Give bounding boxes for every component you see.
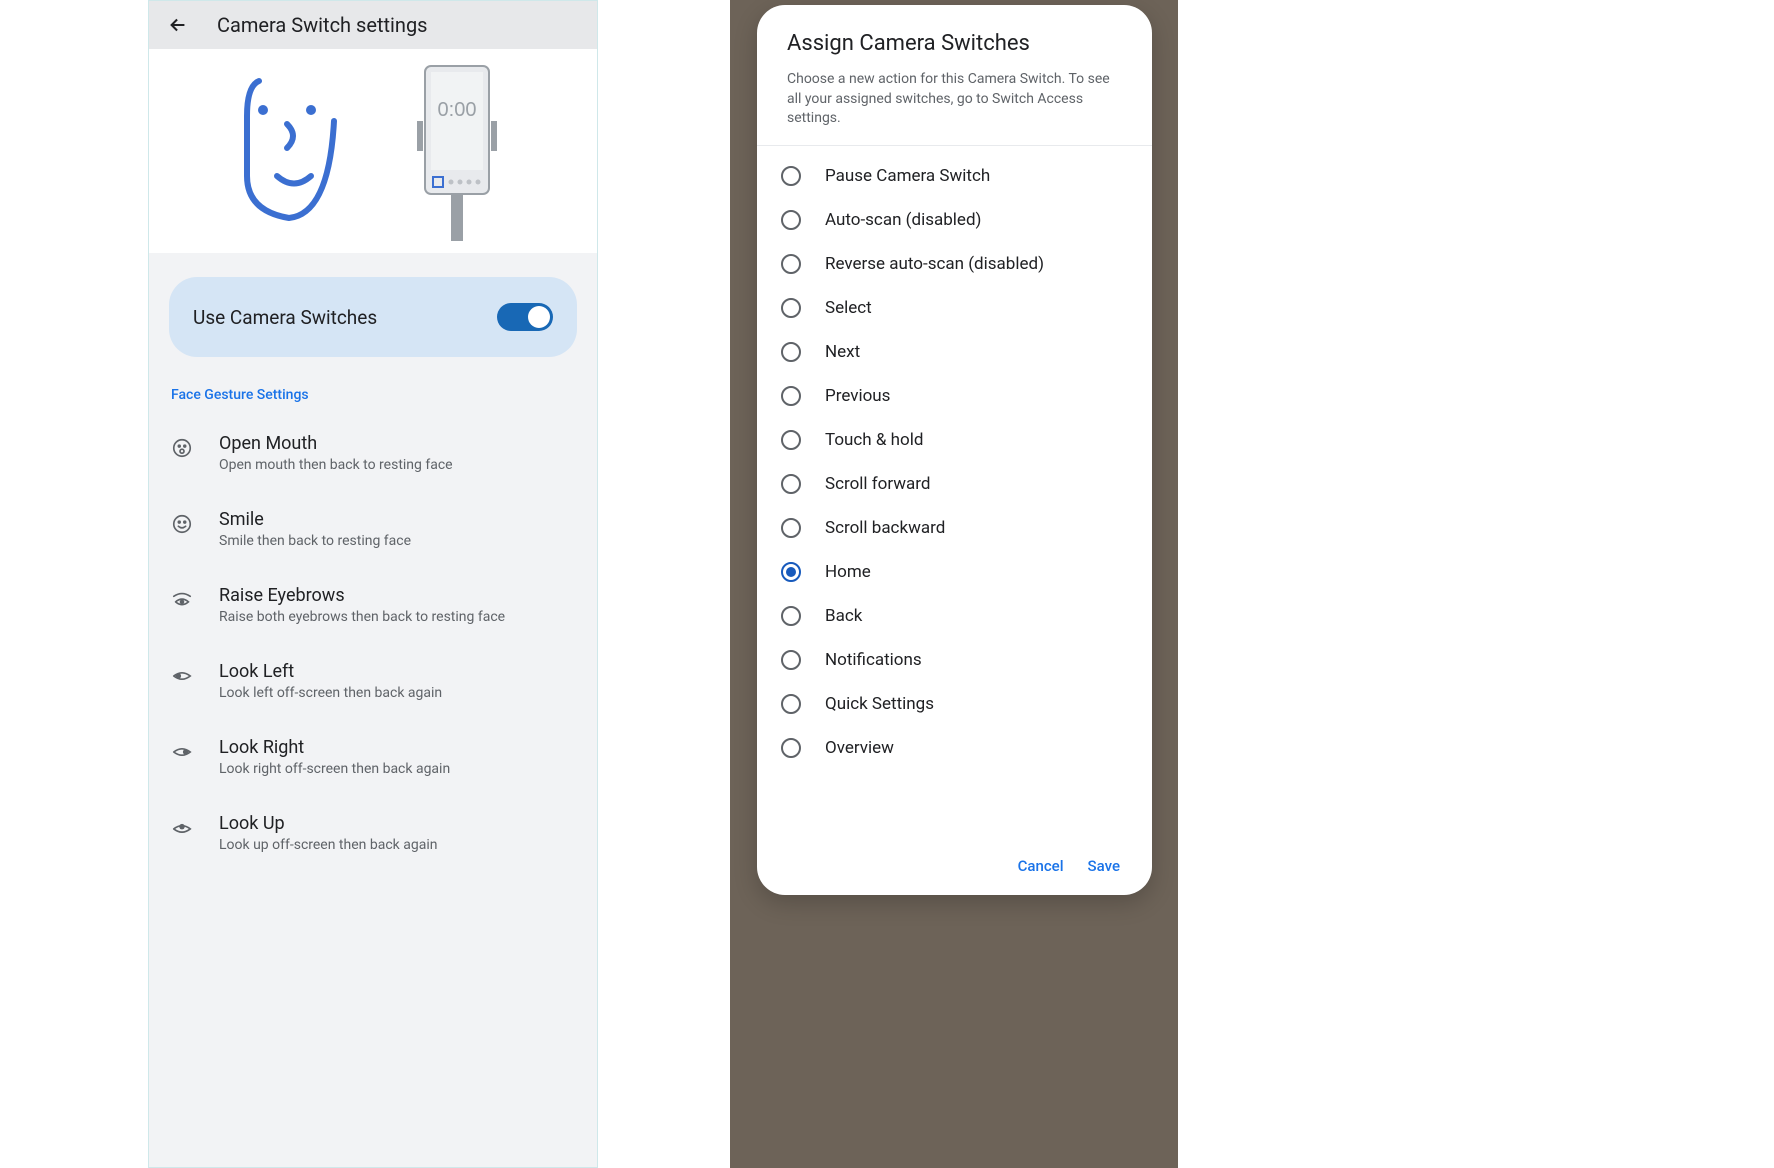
face-icon <box>239 76 349 226</box>
radio-item[interactable]: Select <box>757 286 1152 330</box>
radio-label: Select <box>825 298 872 318</box>
gesture-item-smile[interactable]: Smile Smile then back to resting face <box>149 491 597 567</box>
look-right-icon <box>171 741 193 763</box>
gesture-title: Open Mouth <box>219 433 575 454</box>
radio-label: Auto-scan (disabled) <box>825 210 981 230</box>
hero-illustration: 0:00 <box>149 49 597 253</box>
settings-screen: Camera Switch settings 0:00 Use Camera S… <box>148 0 598 1168</box>
radio-label: Next <box>825 342 860 362</box>
dialog-description: Choose a new action for this Camera Swit… <box>787 70 1122 129</box>
radio-icon[interactable] <box>781 518 801 538</box>
gesture-description: Smile then back to resting face <box>219 533 575 549</box>
gesture-text: Smile Smile then back to resting face <box>219 509 575 549</box>
assign-camera-switches-dialog: Assign Camera Switches Choose a new acti… <box>757 5 1152 895</box>
gesture-description: Look up off-screen then back again <box>219 837 575 853</box>
radio-item[interactable]: Touch & hold <box>757 418 1152 462</box>
save-button[interactable]: Save <box>1088 857 1120 875</box>
radio-item[interactable]: Pause Camera Switch <box>757 154 1152 198</box>
radio-icon[interactable] <box>781 210 801 230</box>
radio-icon[interactable] <box>781 166 801 186</box>
radio-icon[interactable] <box>781 694 801 714</box>
radio-item[interactable]: Back <box>757 594 1152 638</box>
use-camera-switches-toggle-row[interactable]: Use Camera Switches <box>169 277 577 357</box>
gesture-title: Raise Eyebrows <box>219 585 575 606</box>
cancel-button[interactable]: Cancel <box>1018 857 1064 875</box>
radio-item[interactable]: Reverse auto-scan (disabled) <box>757 242 1152 286</box>
radio-icon[interactable] <box>781 474 801 494</box>
radio-label: Reverse auto-scan (disabled) <box>825 254 1044 274</box>
radio-item[interactable]: Quick Settings <box>757 682 1152 726</box>
radio-label: Scroll forward <box>825 474 931 494</box>
gesture-item-raise-eyebrows[interactable]: Raise Eyebrows Raise both eyebrows then … <box>149 567 597 643</box>
gesture-description: Look right off-screen then back again <box>219 761 575 777</box>
header: Camera Switch settings <box>149 1 597 49</box>
radio-icon[interactable] <box>781 562 801 582</box>
radio-item[interactable]: Home <box>757 550 1152 594</box>
radio-icon[interactable] <box>781 738 801 758</box>
raise-eyebrows-icon <box>171 589 193 611</box>
gesture-list: Open Mouth Open mouth then back to resti… <box>149 415 597 871</box>
smile-icon <box>171 513 193 535</box>
radio-label: Pause Camera Switch <box>825 166 990 186</box>
gesture-title: Smile <box>219 509 575 530</box>
page-title: Camera Switch settings <box>217 13 428 37</box>
radio-item[interactable]: Scroll forward <box>757 462 1152 506</box>
radio-label: Home <box>825 562 871 582</box>
gesture-text: Look Left Look left off-screen then back… <box>219 661 575 701</box>
radio-label: Quick Settings <box>825 694 934 714</box>
dialog-actions: Cancel Save <box>757 841 1152 895</box>
gesture-item-open-mouth[interactable]: Open Mouth Open mouth then back to resti… <box>149 415 597 491</box>
radio-item[interactable]: Previous <box>757 374 1152 418</box>
open-mouth-icon <box>171 437 193 459</box>
radio-icon[interactable] <box>781 254 801 274</box>
gesture-item-look-up[interactable]: Look Up Look up off-screen then back aga… <box>149 795 597 871</box>
look-up-icon <box>171 817 193 839</box>
radio-list[interactable]: Pause Camera Switch Auto-scan (disabled)… <box>757 145 1152 841</box>
radio-item[interactable]: Notifications <box>757 638 1152 682</box>
hero-clock-text: 0:00 <box>438 99 477 121</box>
gesture-text: Open Mouth Open mouth then back to resti… <box>219 433 575 473</box>
radio-icon[interactable] <box>781 430 801 450</box>
radio-item[interactable]: Next <box>757 330 1152 374</box>
radio-label: Overview <box>825 738 894 758</box>
look-left-icon <box>171 665 193 687</box>
dialog-header: Assign Camera Switches Choose a new acti… <box>757 5 1152 145</box>
radio-item[interactable]: Overview <box>757 726 1152 770</box>
radio-item[interactable]: Scroll backward <box>757 506 1152 550</box>
gesture-description: Look left off-screen then back again <box>219 685 575 701</box>
toggle-label: Use Camera Switches <box>193 306 377 329</box>
gesture-item-look-right[interactable]: Look Right Look right off-screen then ba… <box>149 719 597 795</box>
radio-label: Touch & hold <box>825 430 923 450</box>
toggle-switch-icon[interactable] <box>497 303 553 331</box>
dialog-title: Assign Camera Switches <box>787 31 1122 56</box>
gesture-text: Look Up Look up off-screen then back aga… <box>219 813 575 853</box>
radio-label: Back <box>825 606 862 626</box>
gesture-title: Look Up <box>219 813 575 834</box>
radio-item[interactable]: Auto-scan (disabled) <box>757 198 1152 242</box>
radio-icon[interactable] <box>781 298 801 318</box>
gesture-text: Raise Eyebrows Raise both eyebrows then … <box>219 585 575 625</box>
radio-icon[interactable] <box>781 342 801 362</box>
section-label: Face Gesture Settings <box>149 381 597 415</box>
gesture-title: Look Right <box>219 737 575 758</box>
back-arrow-icon[interactable] <box>167 14 189 36</box>
radio-icon[interactable] <box>781 386 801 406</box>
gesture-description: Raise both eyebrows then back to resting… <box>219 609 575 625</box>
radio-label: Notifications <box>825 650 922 670</box>
radio-label: Scroll backward <box>825 518 945 538</box>
radio-icon[interactable] <box>781 606 801 626</box>
gesture-text: Look Right Look right off-screen then ba… <box>219 737 575 777</box>
gesture-title: Look Left <box>219 661 575 682</box>
phone-mount-icon: 0:00 <box>407 61 507 241</box>
gesture-description: Open mouth then back to resting face <box>219 457 575 473</box>
radio-icon[interactable] <box>781 650 801 670</box>
gesture-item-look-left[interactable]: Look Left Look left off-screen then back… <box>149 643 597 719</box>
radio-label: Previous <box>825 386 890 406</box>
